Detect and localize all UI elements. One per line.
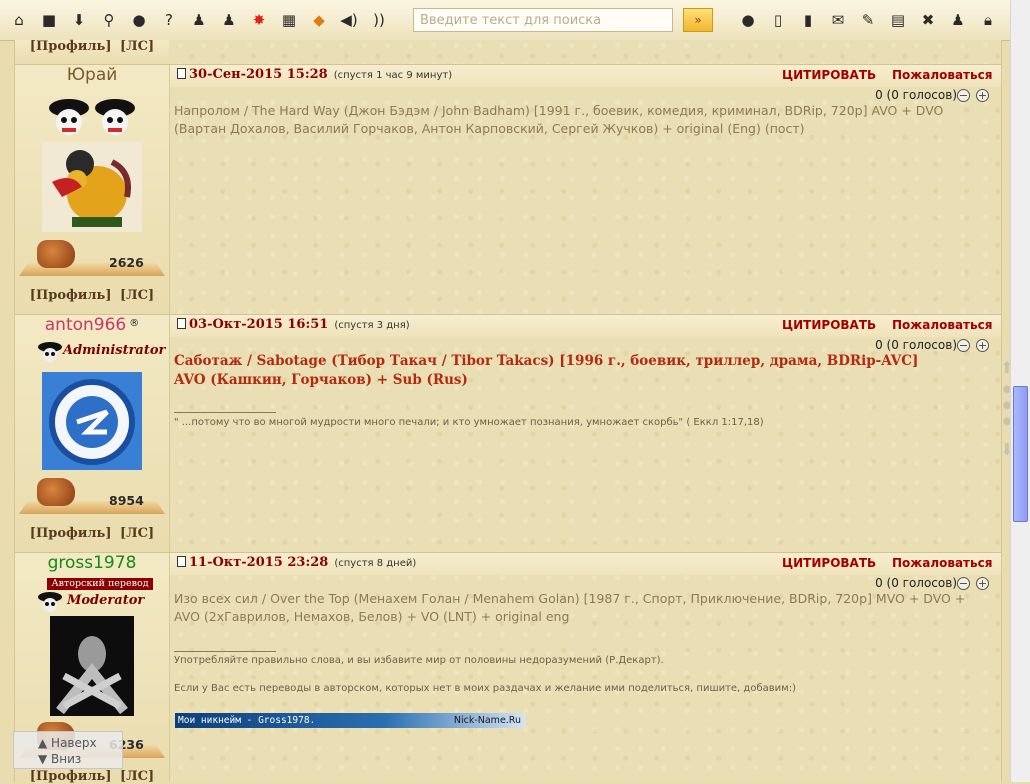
rank-badge: Moderator (37, 590, 157, 614)
vote-count: 0 (0 голосов) (875, 338, 957, 352)
document-icon[interactable]: ▤ (887, 9, 909, 31)
sound-icon[interactable]: ◀) (338, 9, 360, 31)
forum-topic: [Профиль] [ЛС] Юрай 2626 [Профиль] [ЛС] … (14, 39, 1014, 784)
vote-count: 0 (0 голосов) (875, 576, 957, 590)
mail-icon[interactable]: ✉ (827, 9, 849, 31)
post-link-icon[interactable] (177, 556, 186, 567)
vote-count: 0 (0 голосов) (875, 88, 957, 102)
vertical-scrollbar[interactable] (1010, 0, 1030, 782)
rank-text: Moderator (67, 593, 145, 608)
profile-link[interactable]: [Профиль] (30, 288, 112, 303)
post-author-link[interactable]: anton966 (45, 315, 126, 335)
banner-text: Мои никнейм - Gross1978. (178, 715, 316, 726)
home-icon[interactable]: ⌂ (8, 9, 30, 31)
record-icon[interactable]: ● (128, 9, 150, 31)
info-icon[interactable]: ● (737, 9, 759, 31)
top-toolbar: ⌂ ■ ⬇ ⚲ ● ? ♟ ♟ ✸ ▦ ◆ ◀) )) » ● ▯ ▮ ✉ ✎ … (0, 0, 1010, 41)
lock-icon[interactable]: 🔒︎ (977, 9, 999, 31)
profile-links: [Профиль] [ЛС] (15, 39, 169, 54)
post-date[interactable]: 03-Окт-2015 16:51 (189, 317, 328, 332)
vote-down-icon[interactable]: − (957, 89, 970, 102)
post-link-icon[interactable] (177, 68, 186, 79)
download-icon[interactable]: ⬇ (68, 9, 90, 31)
report-button[interactable]: Пожаловаться (892, 556, 992, 570)
quote-button[interactable]: ЦИТИРОВАТЬ (782, 68, 876, 82)
post-date-line: 30-Сен-2015 15:28 (спустя 1 час 9 минут) (177, 67, 452, 82)
post-date[interactable]: 30-Сен-2015 15:28 (189, 67, 328, 82)
signature-text: Употребляйте правильно слова, и вы избав… (174, 655, 664, 666)
bookmark-icon[interactable]: ▮ (797, 9, 819, 31)
profile-links: [Профиль] [ЛС] (15, 288, 169, 303)
rank-text: Administrator (63, 343, 166, 358)
post-body: Изо всех сил / Over the Top (Менахем Гол… (174, 591, 966, 624)
user-avatar[interactable] (42, 142, 142, 232)
pirate-rank-icon (38, 592, 62, 612)
rss-icon[interactable]: )) (368, 9, 390, 31)
report-button[interactable]: Пожаловаться (892, 68, 992, 82)
profile-link[interactable]: [Профиль] (30, 39, 112, 54)
vote-up-icon[interactable]: + (976, 89, 989, 102)
help-icon[interactable]: ? (158, 9, 180, 31)
reputation-icon (37, 240, 75, 268)
profile-link[interactable]: [Профиль] (30, 526, 112, 541)
reputation-count: 2626 (109, 255, 144, 270)
user-avatar[interactable] (42, 372, 142, 470)
profile-links: [Профиль] [ЛС] (15, 526, 169, 541)
report-button[interactable]: Пожаловаться (892, 318, 992, 332)
post-ago: (спустя 1 час 9 минут) (333, 70, 453, 81)
nickname-banner[interactable]: Мои никнейм - Gross1978. Nick-Name.Ru (175, 713, 525, 728)
close-icon[interactable]: ✖ (917, 9, 939, 31)
post-ago: (спустя 8 дней) (334, 558, 417, 569)
reputation-icon (37, 478, 75, 506)
vote-down-icon[interactable]: − (957, 339, 970, 352)
users-icon[interactable]: ♟ (188, 9, 210, 31)
post-ago: (спустя 3 дня) (334, 320, 410, 331)
post-link-icon[interactable] (177, 318, 186, 329)
post-date[interactable]: 11-Окт-2015 23:28 (189, 555, 328, 570)
user-avatar[interactable] (50, 616, 134, 716)
search-input[interactable] (413, 8, 673, 32)
chat-icon[interactable]: ■ (38, 9, 60, 31)
scrollbar-thumb[interactable] (1013, 386, 1028, 522)
star-icon[interactable]: ✸ (248, 9, 270, 31)
pirate-rank-icon (38, 342, 62, 362)
quote-button[interactable]: ЦИТИРОВАТЬ (782, 318, 876, 332)
rank-tag: Авторский перевод (47, 578, 153, 590)
user-group-icon[interactable]: ♟ (218, 9, 240, 31)
vote-down-icon[interactable]: − (957, 577, 970, 590)
calculator-icon[interactable]: ▦ (278, 9, 300, 31)
tag-icon[interactable]: ◆ (308, 9, 330, 31)
post-body: Напролом / The Hard Way (Джон Бэдэм / Jo… (174, 103, 944, 136)
post-author: anton966 ® (44, 315, 140, 335)
edit-icon[interactable]: ✎ (857, 9, 879, 31)
rank-badge: Administrator (37, 340, 165, 364)
signature-text: " ...потому что во многой мудрости много… (174, 417, 764, 428)
pm-link[interactable]: [ЛС] (120, 39, 154, 54)
scroll-up-link[interactable]: ▲ Наверх (38, 736, 97, 750)
post-author[interactable]: gross1978 (15, 553, 169, 573)
post-date-line: 11-Окт-2015 23:28 (спустя 8 дней) (177, 555, 416, 570)
signature-text: Если у Вас есть переводы в авторском, ко… (174, 683, 796, 694)
floating-nav: ▲ Наверх ▼ Вниз (13, 731, 123, 769)
quote-button[interactable]: ЦИТИРОВАТЬ (782, 556, 876, 570)
reputation-count: 8954 (109, 493, 144, 508)
vote-up-icon[interactable]: + (976, 577, 989, 590)
scroll-down-link[interactable]: ▼ Вниз (38, 752, 81, 766)
pm-link[interactable]: [ЛС] (120, 526, 154, 541)
post-date-line: 03-Окт-2015 16:51 (спустя 3 дня) (177, 317, 410, 332)
search-icon[interactable]: ⚲ (98, 9, 120, 31)
vote-up-icon[interactable]: + (976, 339, 989, 352)
pm-link[interactable]: [ЛС] (120, 288, 154, 303)
person-icon[interactable]: ♟ (947, 9, 969, 31)
search-button[interactable]: » (683, 8, 713, 32)
post-body: Саботаж / Sabotage (Тибор Такач / Tibor … (174, 353, 919, 388)
pirate-rank-icon (49, 99, 135, 135)
copy-icon[interactable]: ▯ (767, 9, 789, 31)
banner-site: Nick-Name.Ru (453, 715, 521, 726)
post-author[interactable]: Юрай (15, 65, 169, 85)
